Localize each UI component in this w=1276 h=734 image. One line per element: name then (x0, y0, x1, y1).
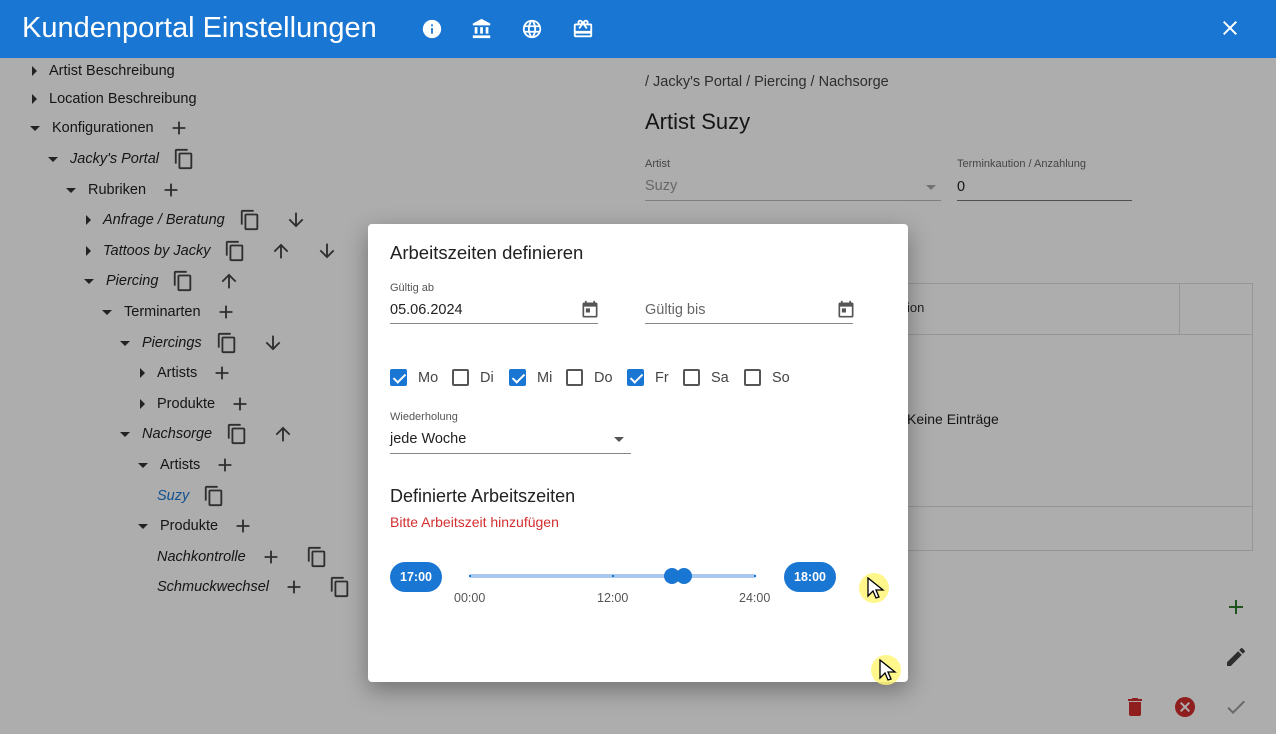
checkbox-mi[interactable]: Mi (509, 369, 552, 386)
repeat-label: Wiederholung (390, 411, 458, 423)
slider-tick (754, 575, 756, 577)
checkbox-label: Mi (537, 369, 553, 386)
checkbox-box[interactable] (627, 369, 644, 386)
warning-message: Bitte Arbeitszeit hinzufügen (390, 514, 559, 530)
valid-from-input[interactable]: 05.06.2024 (390, 302, 463, 318)
slider-label-end: 24:00 (739, 591, 771, 605)
section-title: Definierte Arbeitszeiten (390, 486, 576, 506)
info-icon[interactable] (421, 18, 443, 40)
valid-until-underline (645, 323, 853, 324)
checkbox-mo[interactable]: Mo (390, 369, 438, 386)
checkbox-label: Fr (655, 369, 669, 386)
checkbox-fr[interactable]: Fr (627, 369, 669, 386)
end-time-chip[interactable]: 18:00 (784, 562, 836, 592)
checkbox-box[interactable] (744, 369, 761, 386)
checkbox-label: Do (594, 369, 613, 386)
dropdown-arrow-icon[interactable] (614, 437, 624, 442)
gift-card-icon[interactable] (572, 18, 594, 40)
slider-label-middle: 12:00 (597, 591, 629, 605)
app-bar: Kundenportal Einstellungen (0, 0, 1276, 58)
slider-tick (469, 575, 471, 577)
checkbox-label: So (772, 369, 790, 386)
checkbox-box[interactable] (566, 369, 583, 386)
dialog-title: Arbeitszeiten definieren (390, 242, 584, 263)
repeat-select[interactable]: jede Woche (390, 431, 466, 447)
checkbox-box[interactable] (452, 369, 469, 386)
slider-label-start: 00:00 (454, 591, 486, 605)
checkbox-label: Mo (418, 369, 439, 386)
valid-from-underline (390, 323, 598, 324)
checkbox-label: Di (480, 369, 494, 386)
checkbox-sa[interactable]: Sa (683, 369, 729, 386)
checkbox-box[interactable] (683, 369, 700, 386)
worktime-dialog: Arbeitszeiten definieren Gültig ab 05.06… (368, 224, 908, 685)
bank-icon[interactable] (471, 18, 493, 40)
globe-icon[interactable] (521, 18, 543, 40)
calendar-icon[interactable] (836, 300, 856, 320)
checkbox-box[interactable] (390, 369, 407, 386)
valid-until-input[interactable]: Gültig bis (645, 302, 705, 318)
checkbox-label: Sa (711, 369, 729, 386)
checkbox-do[interactable]: Do (566, 369, 613, 386)
start-time-chip[interactable]: 17:00 (390, 562, 442, 592)
checkbox-so[interactable]: So (744, 369, 790, 386)
calendar-icon[interactable] (580, 300, 600, 320)
cursor-pointer-icon (871, 655, 901, 685)
slider-end-thumb[interactable] (676, 568, 692, 584)
repeat-underline (390, 453, 631, 454)
slider-tick (612, 575, 614, 577)
valid-from-label: Gültig ab (390, 282, 435, 294)
checkbox-di[interactable]: Di (452, 369, 494, 386)
cursor-pointer-icon (859, 573, 889, 603)
page-title: Kundenportal Einstellungen (22, 12, 377, 44)
close-icon[interactable] (1218, 16, 1242, 40)
checkbox-box[interactable] (509, 369, 526, 386)
